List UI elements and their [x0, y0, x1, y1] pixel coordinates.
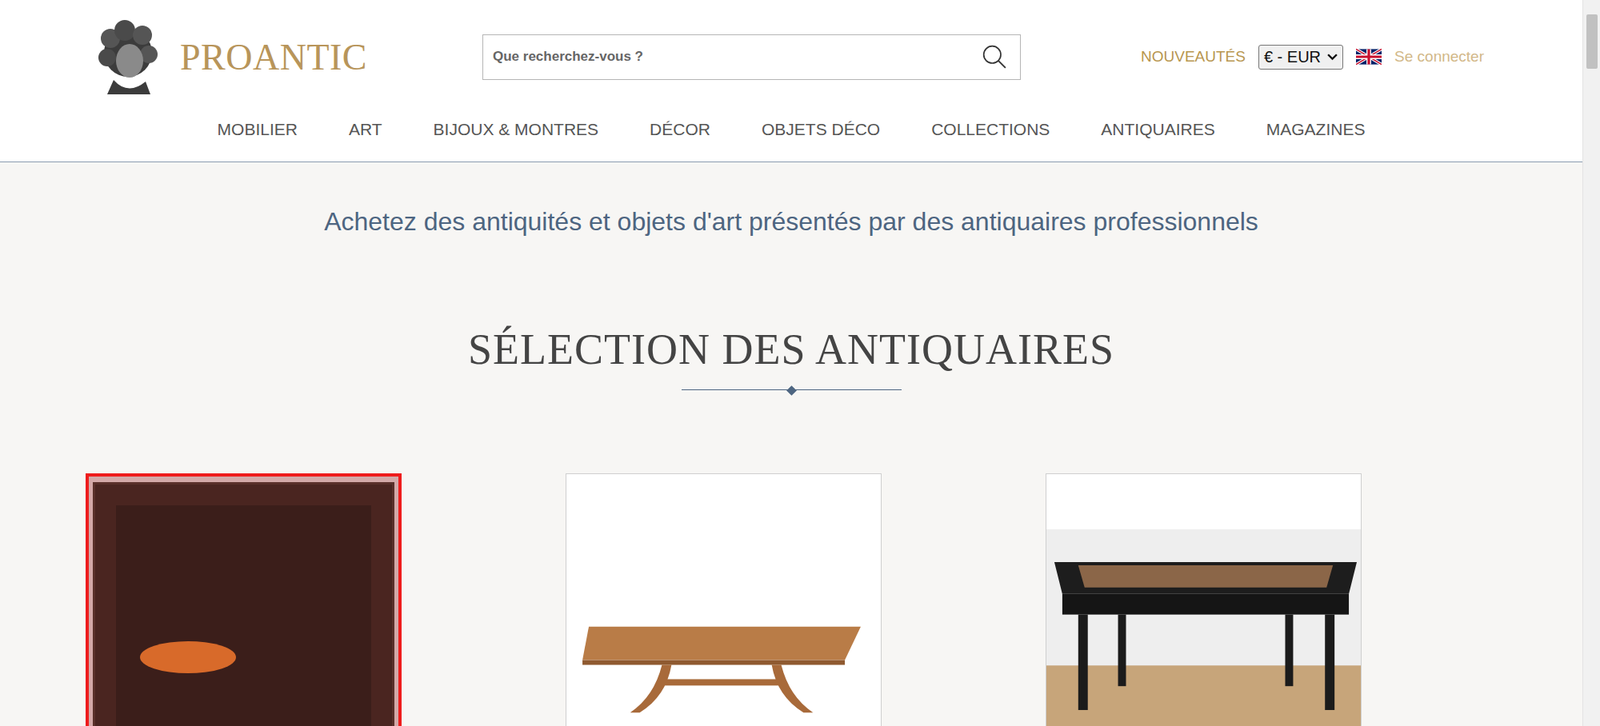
- top-bar: PROANTIC Que recherchez-vous ? NOUVEAUTÉ…: [0, 0, 1583, 96]
- product-image[interactable]: [566, 474, 881, 726]
- product-image[interactable]: [88, 476, 399, 726]
- login-link[interactable]: Se connecter: [1394, 48, 1484, 66]
- main-content: Achetez des antiquités et objets d'art p…: [0, 162, 1583, 726]
- tagline: Achetez des antiquités et objets d'art p…: [324, 205, 1259, 238]
- main-nav: MOBILIER ART BIJOUX & MONTRES DÉCOR OBJETS D…: [0, 96, 1583, 162]
- title-divider: [681, 389, 902, 391]
- chevron-down-icon[interactable]: [1327, 53, 1338, 61]
- desk-figure: [1046, 529, 1361, 726]
- magnifier-icon[interactable]: [981, 44, 1008, 70]
- new-link[interactable]: NOUVEAUTÉS: [1140, 48, 1246, 66]
- section-title: SÉLECTION DES ANTIQUAIRES: [468, 324, 1115, 376]
- divider-diamond-icon: [786, 385, 797, 396]
- scrollbar[interactable]: [1582, 0, 1600, 726]
- bust-logo-icon[interactable]: [89, 17, 167, 96]
- product-card[interactable]: [565, 473, 882, 726]
- nav-item[interactable]: MAGAZINES: [1266, 120, 1366, 140]
- nav-item[interactable]: ANTIQUAIRES: [1100, 120, 1215, 140]
- scrollbar-thumb[interactable]: [1586, 14, 1598, 69]
- currency-select[interactable]: € - EUR: [1258, 44, 1344, 70]
- product-card[interactable]: [1045, 473, 1362, 726]
- card-list: [0, 473, 1362, 726]
- search-field[interactable]: Que recherchez-vous ?: [482, 34, 1021, 80]
- uk-flag-icon[interactable]: [1356, 48, 1382, 66]
- nav-item[interactable]: OBJETS DÉCO: [761, 120, 880, 140]
- currency-value[interactable]: € - EUR: [1264, 48, 1321, 67]
- brand[interactable]: PROANTIC: [89, 17, 442, 96]
- search-placeholder[interactable]: Que recherchez-vous ?: [492, 48, 644, 65]
- fruit-bowl: [140, 641, 236, 674]
- painting-canvas: [95, 484, 392, 726]
- nav-item[interactable]: COLLECTIONS: [931, 120, 1050, 140]
- nav-item[interactable]: ART: [348, 120, 383, 140]
- product-image[interactable]: [1046, 529, 1361, 726]
- header: PROANTIC Que recherchez-vous ? NOUVEAUTÉ…: [0, 0, 1583, 163]
- brand-name[interactable]: PROANTIC: [180, 36, 368, 79]
- nav-item[interactable]: DÉCOR: [649, 120, 711, 140]
- nav-item[interactable]: BIJOUX & MONTRES: [433, 120, 600, 140]
- nav-item[interactable]: MOBILIER: [217, 120, 298, 140]
- screen: PROANTIC Que recherchez-vous ? NOUVEAUTÉ…: [0, 0, 1600, 726]
- page: PROANTIC Que recherchez-vous ? NOUVEAUTÉ…: [0, 0, 1583, 726]
- product-card[interactable]: [85, 473, 402, 726]
- account-links: NOUVEAUTÉS € - EUR Se connecter: [1140, 44, 1484, 70]
